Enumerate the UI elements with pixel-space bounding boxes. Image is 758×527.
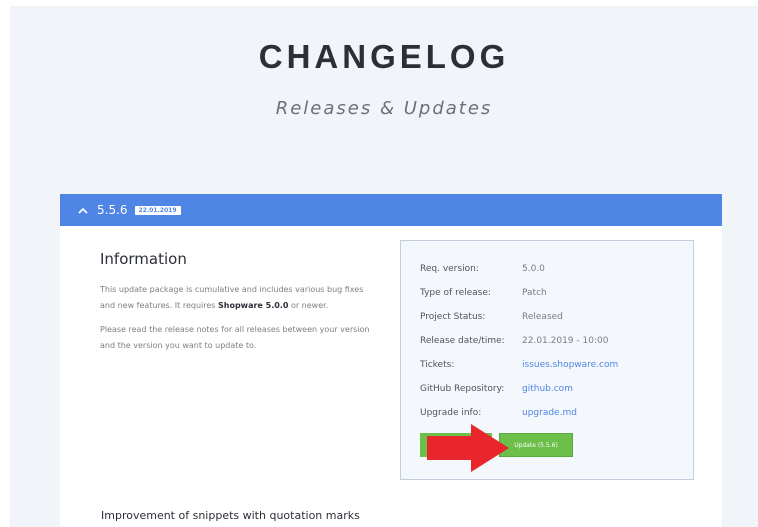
github-link[interactable]: github.com <box>522 382 672 396</box>
update-button[interactable]: Update (5.5.6) <box>499 433 573 457</box>
section-heading: Improvement of snippets with quotation m… <box>101 509 360 522</box>
red-arrow-icon <box>427 424 509 472</box>
release-header-bar[interactable]: 5.5.6 22.01.2019 <box>60 194 722 226</box>
tickets-link[interactable]: issues.shopware.com <box>522 358 672 372</box>
changelog-page: CHANGELOG Releases & Updates 5.5.6 22.01… <box>10 6 758 527</box>
release-panel: 5.5.6 22.01.2019 Information This update… <box>60 194 722 527</box>
release-notes-hint: Please read the release notes for all re… <box>100 325 370 350</box>
detail-label: Type of release: <box>420 288 491 298</box>
caret-up-icon[interactable] <box>77 204 89 216</box>
detail-value: Patch <box>522 288 547 298</box>
required-version: Shopware 5.0.0 <box>218 301 289 310</box>
page-subtitle: Releases & Updates <box>275 98 493 119</box>
detail-value: 22.01.2019 - 10:00 <box>522 336 609 346</box>
detail-label: Tickets: <box>420 360 455 370</box>
detail-label: Release date/time: <box>420 336 505 346</box>
page-title: CHANGELOG <box>258 38 510 75</box>
detail-value: Released <box>522 312 563 322</box>
detail-label: Upgrade info: <box>420 408 482 418</box>
release-date-badge: 22.01.2019 <box>134 205 181 215</box>
detail-label: Req. version: <box>420 264 479 274</box>
information-description: This update package is cumulative and in… <box>100 282 370 314</box>
detail-value: 5.0.0 <box>522 264 545 274</box>
upgrade-info-link[interactable]: upgrade.md <box>522 406 672 420</box>
description-text-end: or newer. <box>288 301 329 310</box>
release-version: 5.5.6 <box>97 203 128 217</box>
information-heading: Information <box>100 250 187 268</box>
detail-label: GitHub Repository: <box>420 384 505 394</box>
detail-label: Project Status: <box>420 312 486 322</box>
